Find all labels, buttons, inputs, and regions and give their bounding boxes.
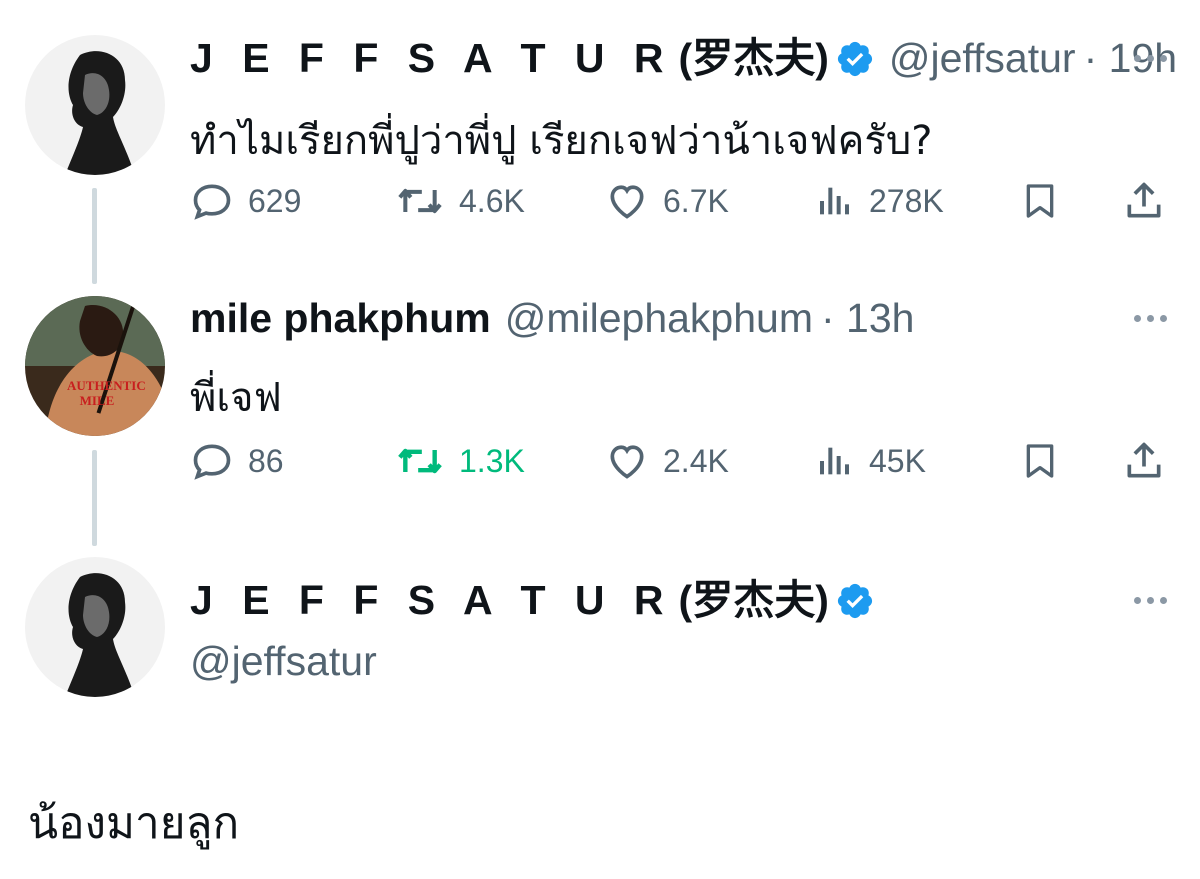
- views-button[interactable]: 45K: [815, 436, 926, 486]
- bookmark-icon: [1026, 444, 1054, 478]
- share-icon: [1127, 442, 1161, 478]
- reply-count: 86: [248, 442, 284, 479]
- tweet-text: พี่เจฟ: [190, 375, 282, 421]
- like-button[interactable]: 6.7K: [605, 176, 729, 226]
- more-options-icon[interactable]: [1130, 590, 1170, 610]
- tweet-text: ทำไมเรียกพี่ปูว่าพี่ปู เรียกเจฟว่าน้าเจฟ…: [190, 118, 933, 164]
- display-name-suffix[interactable]: (罗杰夫): [679, 38, 829, 79]
- user-handle[interactable]: @milephakphum: [505, 298, 813, 339]
- bookmark-button[interactable]: [1020, 436, 1060, 486]
- like-count: 2.4K: [663, 442, 729, 479]
- heart-icon: [610, 185, 644, 219]
- like-count: 6.7K: [663, 182, 729, 219]
- view-count: 45K: [869, 442, 926, 479]
- tweet-actions: 629 4.6K 6.7K 278K: [190, 176, 1170, 226]
- timestamp[interactable]: · 13h: [821, 298, 914, 339]
- bookmark-icon: [1026, 184, 1054, 218]
- verified-badge-icon: [837, 41, 872, 76]
- thread-line: [92, 450, 97, 546]
- avatar-photo: [25, 557, 165, 697]
- retweet-icon: [398, 448, 442, 474]
- share-button[interactable]: [1122, 436, 1166, 486]
- tweet-header: mile phakphum @milephakphum · 13h: [190, 298, 914, 339]
- share-icon: [1127, 182, 1161, 218]
- views-icon: [820, 187, 849, 215]
- retweet-count: 1.3K: [459, 442, 525, 479]
- display-name[interactable]: J E F F S A T U R: [190, 38, 673, 79]
- display-name-suffix[interactable]: (罗杰夫): [679, 580, 829, 621]
- tweet-header: J E F F S A T U R (罗杰夫) @jeffsatur · 19h: [190, 38, 1177, 79]
- share-button[interactable]: [1122, 176, 1166, 226]
- tweet-header: J E F F S A T U R (罗杰夫): [190, 580, 889, 621]
- heart-icon: [610, 445, 644, 479]
- reply-icon: [193, 184, 231, 220]
- avatar-milephakphum[interactable]: AUTHENTIC MILE: [25, 296, 165, 436]
- retweet-button[interactable]: 1.3K: [395, 436, 525, 486]
- reply-count: 629: [248, 182, 302, 219]
- retweet-count: 4.6K: [459, 182, 525, 219]
- avatar-jeffsatur[interactable]: [25, 557, 165, 697]
- views-icon: [820, 447, 849, 475]
- avatar-photo: [25, 296, 165, 436]
- avatar-poster-title: AUTHENTIC MILE: [67, 378, 146, 408]
- reply-button[interactable]: 629: [190, 176, 301, 226]
- verified-badge-icon: [837, 583, 872, 618]
- retweet-icon: [398, 188, 442, 214]
- avatar-photo: [25, 35, 165, 175]
- reply-icon: [193, 444, 231, 480]
- more-options-icon[interactable]: [1130, 308, 1170, 328]
- more-options-icon[interactable]: [1130, 48, 1170, 68]
- view-count: 278K: [869, 182, 944, 219]
- tweet-actions: 86 1.3K 2.4K 45K: [190, 436, 1170, 486]
- like-button[interactable]: 2.4K: [605, 436, 729, 486]
- user-handle[interactable]: @jeffsatur: [889, 38, 1076, 79]
- display-name[interactable]: mile phakphum: [190, 298, 491, 339]
- bookmark-button[interactable]: [1020, 176, 1060, 226]
- reply-button[interactable]: 86: [190, 436, 284, 486]
- display-name[interactable]: J E F F S A T U R: [190, 580, 673, 621]
- thread-line: [92, 188, 97, 284]
- main-tweet-text: น้องมายลูก: [28, 798, 240, 849]
- user-handle[interactable]: @jeffsatur: [190, 638, 377, 685]
- retweet-button[interactable]: 4.6K: [395, 176, 525, 226]
- views-button[interactable]: 278K: [815, 176, 944, 226]
- avatar-jeffsatur[interactable]: [25, 35, 165, 175]
